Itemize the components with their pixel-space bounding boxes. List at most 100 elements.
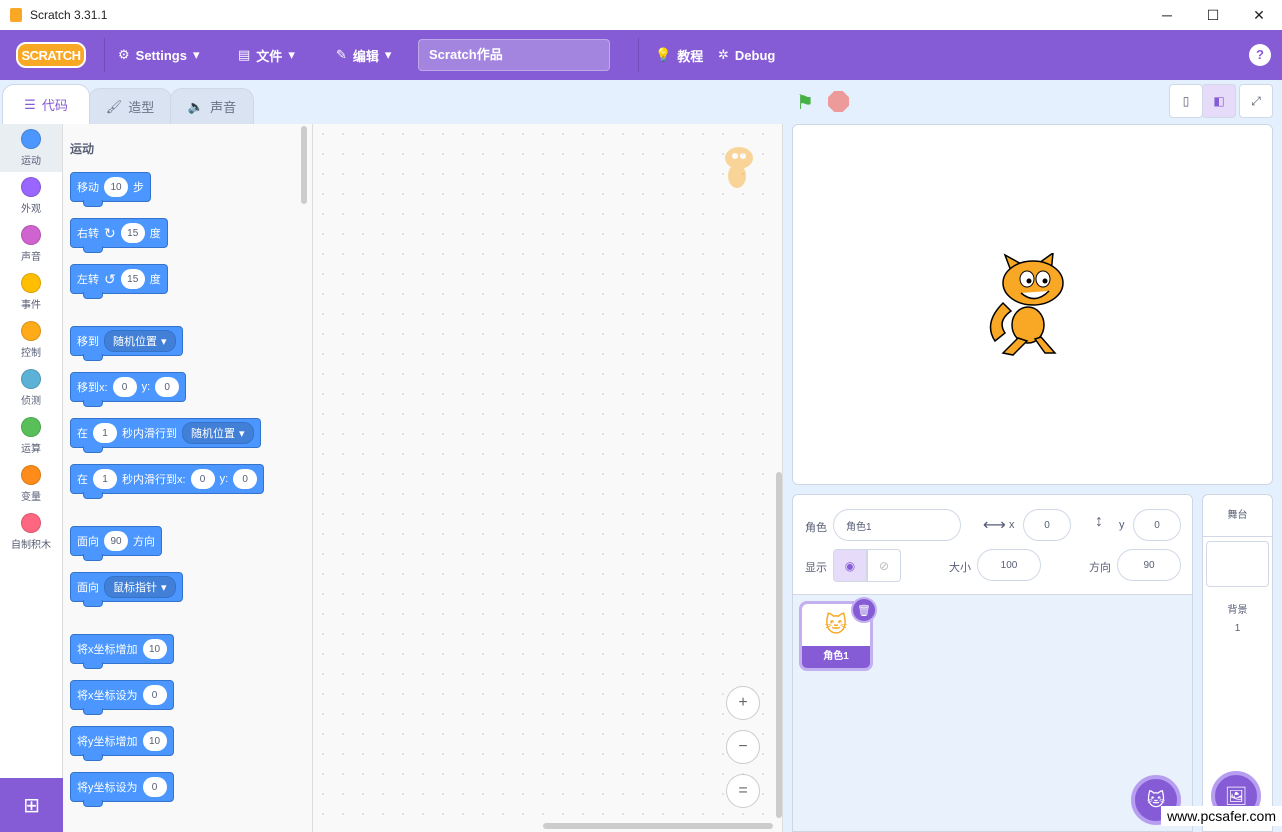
block-number-input[interactable]: 15: [120, 269, 145, 289]
category-7[interactable]: 变量: [0, 460, 62, 508]
stage-selector[interactable]: 舞台 背景 1 🖼: [1202, 494, 1273, 832]
stage-canvas[interactable]: [792, 124, 1273, 485]
category-1[interactable]: 外观: [0, 172, 62, 220]
add-extension-button[interactable]: ⊞: [0, 778, 63, 832]
settings-menu[interactable]: ⚙ Settings ▾: [118, 30, 199, 80]
sprite-watermark-cat-icon: [725, 147, 753, 188]
normal-stage-button[interactable]: ◧: [1202, 84, 1236, 118]
zoom-reset-button[interactable]: =: [726, 774, 760, 808]
block-palette: 运动 移动 10 步右转 ↻ 15 度左转 ↺ 15 度移到 随机位置 ▾ 移到x: 0 y: 0 在 1 秒内滑…: [63, 124, 313, 832]
tutorials-button[interactable]: 💡 教程: [655, 30, 703, 80]
debug-button[interactable]: ✲ Debug: [718, 30, 775, 80]
code-icon: ☰: [24, 96, 36, 112]
motion-block[interactable]: 在 1 秒内滑行到 随机位置 ▾: [70, 418, 261, 453]
block-number-input[interactable]: 90: [104, 531, 128, 551]
block-number-input[interactable]: 0: [112, 377, 137, 397]
y-input[interactable]: 0: [1133, 509, 1181, 541]
block-number-input[interactable]: 0: [142, 777, 167, 797]
block-text: 在: [77, 474, 88, 486]
block-number-input[interactable]: 0: [190, 469, 215, 489]
tab-costumes[interactable]: 🖌 造型: [88, 88, 172, 124]
tab-code[interactable]: ☰ 代码: [2, 84, 90, 124]
block-text: 面向: [77, 536, 99, 548]
tab-sounds[interactable]: 🔈 声音: [170, 88, 254, 124]
show-sprite-button[interactable]: ◉: [833, 549, 867, 582]
motion-block[interactable]: 面向 90 方向: [70, 526, 162, 561]
block-number-input[interactable]: 10: [104, 177, 128, 197]
block-number-input[interactable]: 1: [93, 469, 117, 489]
minimize-button[interactable]: ─: [1144, 0, 1190, 30]
sprite-pane: 角色 角色1 ⟷ x 0 ↕ y 0 显示 ◉ ⊘ 大小 100 方向 90 🐱…: [792, 494, 1193, 832]
file-menu[interactable]: ▤ 文件 ▾: [238, 30, 295, 80]
motion-block[interactable]: 移到x: 0 y: 0: [70, 372, 187, 407]
brush-icon: 🖌: [105, 98, 123, 114]
fullscreen-button[interactable]: ⤢: [1239, 84, 1273, 118]
motion-block[interactable]: 移到 随机位置 ▾: [70, 326, 183, 361]
stage-thumbnail[interactable]: [1206, 541, 1269, 587]
motion-block[interactable]: 在 1 秒内滑行到x: 0 y: 0: [70, 464, 265, 499]
category-6[interactable]: 运算: [0, 412, 62, 460]
delete-sprite-button[interactable]: 🗑: [851, 597, 877, 623]
zoom-in-button[interactable]: +: [726, 686, 760, 720]
category-0[interactable]: 运动: [0, 124, 62, 172]
block-dropdown[interactable]: 鼠标指针 ▾: [104, 576, 176, 598]
block-text: 将y坐标增加: [77, 736, 138, 748]
tutorials-label: 教程: [677, 48, 704, 64]
block-number-input[interactable]: 10: [142, 731, 167, 751]
scratch-logo[interactable]: SCRATCH: [16, 42, 86, 68]
block-number-input[interactable]: 1: [93, 423, 117, 443]
category-label: 侦测: [21, 396, 41, 407]
bug-icon: ✲: [718, 47, 729, 62]
direction-input[interactable]: 90: [1117, 549, 1181, 581]
motion-block[interactable]: 将x坐标设为 0: [70, 680, 174, 715]
category-4[interactable]: 控制: [0, 316, 62, 364]
category-dot-icon: [21, 417, 41, 437]
motion-block[interactable]: 左转 ↺ 15 度: [70, 264, 168, 299]
gear-icon: ⚙: [118, 47, 130, 62]
block-number-input[interactable]: 0: [233, 469, 258, 489]
file-label: 文件: [256, 48, 283, 64]
rotate-right-icon: ↻: [104, 224, 116, 241]
edit-menu[interactable]: ✎ 编辑 ▾: [336, 30, 391, 80]
block-text: 右转: [77, 228, 99, 240]
size-label: 大小: [949, 562, 971, 574]
motion-block[interactable]: 面向 鼠标指针 ▾: [70, 572, 183, 607]
category-5[interactable]: 侦测: [0, 364, 62, 412]
maximize-button[interactable]: ☐: [1190, 0, 1236, 30]
tab-label: 造型: [128, 100, 155, 115]
close-button[interactable]: ✕: [1236, 0, 1282, 30]
sprite-name-input[interactable]: 角色1: [833, 509, 961, 541]
caret-down-icon: ▾: [384, 47, 392, 62]
block-number-input[interactable]: 10: [142, 639, 167, 659]
workspace-horizontal-scrollbar[interactable]: [543, 823, 773, 829]
motion-block[interactable]: 将y坐标增加 10: [70, 726, 174, 761]
project-title-input[interactable]: Scratch作品: [418, 39, 610, 71]
block-number-input[interactable]: 0: [142, 685, 167, 705]
zoom-out-button[interactable]: −: [726, 730, 760, 764]
motion-block[interactable]: 将y坐标设为 0: [70, 772, 174, 807]
size-input[interactable]: 100: [977, 549, 1041, 581]
category-8[interactable]: 自制积木: [0, 508, 62, 556]
help-button[interactable]: ?: [1249, 44, 1271, 66]
caret-down-icon: ▾: [161, 335, 167, 348]
category-3[interactable]: 事件: [0, 268, 62, 316]
small-stage-button[interactable]: ▯: [1169, 84, 1203, 118]
block-dropdown[interactable]: 随机位置 ▾: [182, 422, 254, 444]
stop-button[interactable]: [828, 91, 849, 112]
block-number-input[interactable]: 15: [120, 223, 145, 243]
palette-scrollbar[interactable]: [301, 126, 307, 204]
block-text: 左转: [77, 274, 99, 286]
code-workspace[interactable]: [313, 124, 783, 832]
category-2[interactable]: 声音: [0, 220, 62, 268]
green-flag-button[interactable]: ⚑: [796, 90, 814, 115]
x-input[interactable]: 0: [1023, 509, 1071, 541]
motion-block[interactable]: 移动 10 步: [70, 172, 151, 207]
caret-down-icon: ▾: [192, 47, 200, 62]
motion-block[interactable]: 右转 ↻ 15 度: [70, 218, 168, 253]
workspace-vertical-scrollbar[interactable]: [776, 472, 782, 818]
debug-label: Debug: [734, 47, 776, 63]
motion-block[interactable]: 将x坐标增加 10: [70, 634, 174, 669]
block-number-input[interactable]: 0: [155, 377, 180, 397]
block-dropdown[interactable]: 随机位置 ▾: [104, 330, 176, 352]
hide-sprite-button[interactable]: ⊘: [867, 549, 901, 582]
